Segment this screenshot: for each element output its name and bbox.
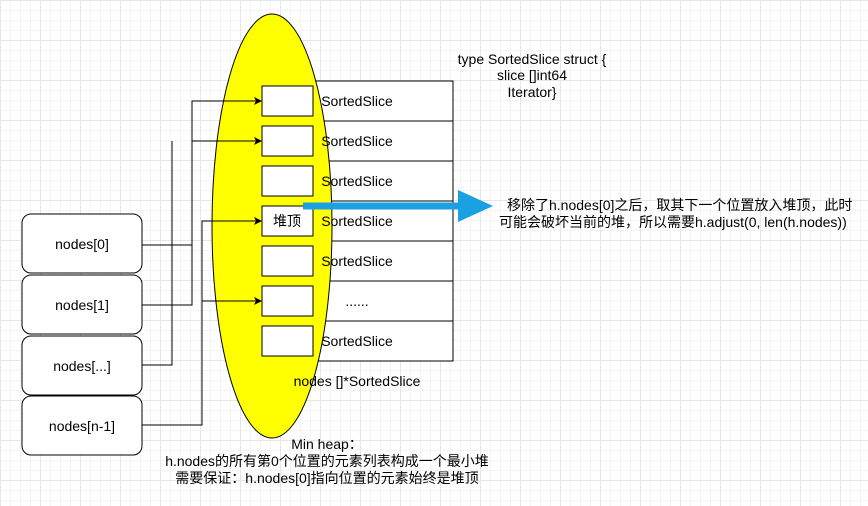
struct-def-line-3: Iterator} — [507, 84, 556, 100]
node-boxes: nodes[0] nodes[1] nodes[...] nodes[n-1] — [21, 213, 143, 456]
adjust-note-line-1: 移除了h.nodes[0]之后，取其下一个位置放入堆顶，此时 — [507, 197, 852, 213]
adjust-note-line-2: 可能会破坏当前的堆，所以需要h.adjust(0, len(h.nodes)) — [499, 214, 847, 230]
node-box-label: nodes[n-1] — [49, 418, 115, 434]
heap-top-label: 堆顶 — [273, 213, 301, 229]
heap-slot — [261, 125, 314, 157]
heap-slot — [261, 85, 314, 117]
slice-row-label: SortedSlice — [321, 333, 393, 349]
heap-caption-line-1: Min heap： — [291, 436, 363, 452]
struct-def-line-1: type SortedSlice struct { — [458, 51, 607, 67]
slice-row-label: SortedSlice — [321, 93, 393, 109]
node-box-label: nodes[0] — [55, 236, 109, 252]
heap-slot — [261, 285, 314, 317]
heap-slots: 堆顶 — [261, 85, 314, 357]
slice-row-label: ...... — [345, 293, 368, 309]
slice-row-label: SortedSlice — [321, 173, 393, 189]
heap-caption-line-2: h.nodes的所有第0个位置的元素列表构成一个最小堆 — [165, 453, 489, 469]
node-box-label: nodes[...] — [53, 358, 111, 374]
node-box-label: nodes[1] — [55, 297, 109, 313]
heap-slot — [261, 245, 314, 277]
heap-slot — [261, 325, 314, 357]
heap-diagram: type SortedSlice struct { slice []int64 … — [21, 13, 852, 486]
pointer-connector — [142, 141, 173, 366]
heap-slot — [261, 165, 314, 197]
slice-caption: nodes []*SortedSlice — [294, 373, 421, 389]
slice-row-label: SortedSlice — [321, 213, 393, 229]
slice-row-label: SortedSlice — [321, 133, 393, 149]
heap-caption-line-3: 需要保证：h.nodes[0]指向位置的元素始终是堆顶 — [175, 470, 478, 486]
slice-row-label: SortedSlice — [321, 253, 393, 269]
struct-def-line-2: slice []int64 — [497, 67, 567, 83]
